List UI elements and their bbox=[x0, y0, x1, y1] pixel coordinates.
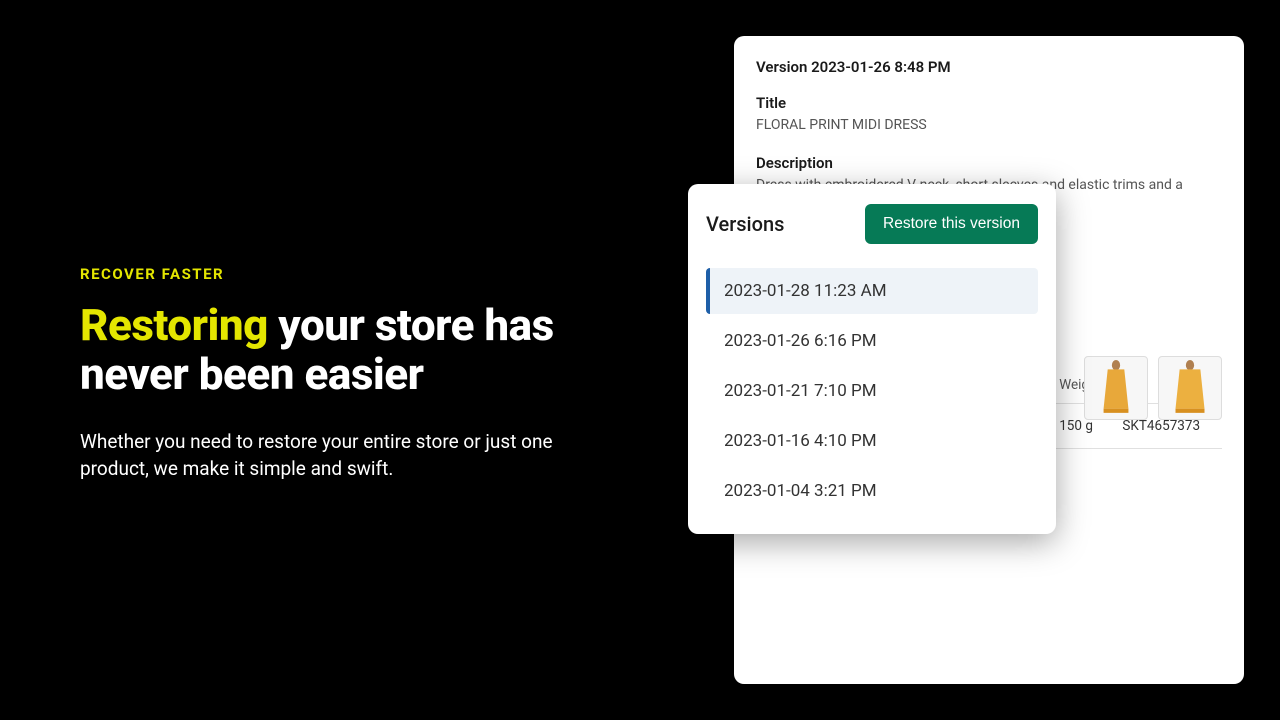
version-item[interactable]: 2023-01-28 11:23 AM bbox=[706, 268, 1038, 314]
version-item[interactable]: 2023-01-04 3:21 PM bbox=[706, 468, 1038, 514]
hero-headline: Restoring your store has never been easi… bbox=[80, 301, 600, 400]
title-label: Title bbox=[756, 94, 1222, 112]
product-thumbnails bbox=[1084, 356, 1222, 420]
version-item[interactable]: 2023-01-26 6:16 PM bbox=[706, 318, 1038, 364]
hero-headline-accent: Restoring bbox=[80, 299, 268, 351]
restore-button[interactable]: Restore this version bbox=[865, 204, 1038, 244]
product-thumbnail[interactable] bbox=[1084, 356, 1148, 420]
version-item[interactable]: 2023-01-21 7:10 PM bbox=[706, 368, 1038, 414]
dress-icon bbox=[1169, 359, 1211, 417]
description-label: Description bbox=[756, 154, 1222, 172]
versions-title: Versions bbox=[706, 212, 784, 236]
versions-list: 2023-01-28 11:23 AM 2023-01-26 6:16 PM 2… bbox=[706, 268, 1038, 514]
versions-panel: Versions Restore this version 2023-01-28… bbox=[688, 184, 1056, 534]
versions-header: Versions Restore this version bbox=[706, 204, 1038, 244]
hero-eyebrow: RECOVER FASTER bbox=[80, 265, 600, 283]
version-item[interactable]: 2023-01-16 4:10 PM bbox=[706, 418, 1038, 464]
dress-icon bbox=[1095, 359, 1137, 417]
hero-subtext: Whether you need to restore your entire … bbox=[80, 428, 600, 483]
product-thumbnail[interactable] bbox=[1158, 356, 1222, 420]
hero-section: RECOVER FASTER Restoring your store has … bbox=[80, 265, 600, 483]
version-timestamp-header: Version 2023-01-26 8:48 PM bbox=[756, 58, 1222, 76]
title-value: FLORAL PRINT MIDI DRESS bbox=[756, 116, 1222, 136]
